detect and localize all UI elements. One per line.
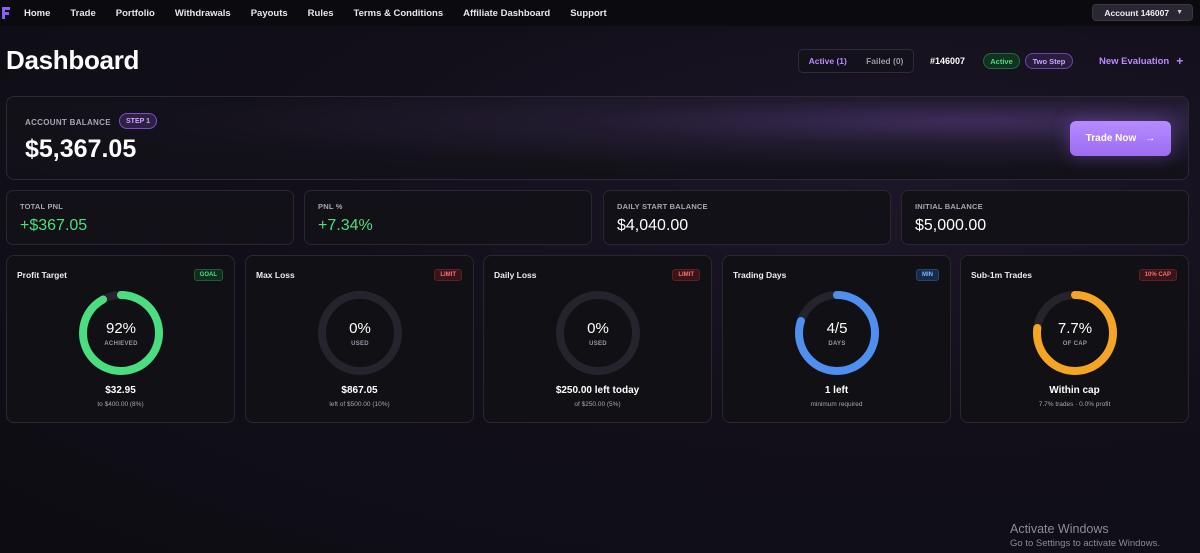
metric-value: $32.95: [105, 385, 136, 396]
ring-caption: USED: [589, 340, 607, 347]
ring-percent: 4/5: [826, 319, 848, 337]
metric-value: $250.00 left today: [555, 385, 640, 396]
stat-value: $5,000.00: [915, 217, 987, 234]
ring-label: 92% ACHIEVED: [78, 290, 164, 376]
ring-percent: 0%: [587, 319, 609, 337]
page-title: Dashboard: [6, 45, 140, 75]
ring-caption: ACHIEVED: [104, 340, 138, 347]
ring-caption: DAYS: [828, 340, 846, 347]
ring-percent: 92%: [105, 319, 137, 337]
ring-caption: USED: [351, 340, 369, 347]
evaluation-tabs: Active (1) Failed (0): [798, 49, 914, 73]
metric-card-daily-loss: Daily Loss LIMIT 0% USED $250.00 left to…: [483, 255, 712, 423]
account-selector-button[interactable]: Account 146007 ▼: [1092, 4, 1193, 21]
trade-now-button[interactable]: Trade Now →: [1070, 121, 1171, 156]
metric-note: of $250.00 (5%): [574, 401, 621, 408]
metric-badge: GOAL: [193, 269, 223, 281]
stat-value: +7.34%: [318, 217, 373, 234]
stat-label: TOTAL PNL: [20, 202, 64, 211]
brand-logo-icon[interactable]: [2, 7, 10, 19]
stat-value: +$367.05: [20, 217, 88, 234]
metric-title: Trading Days: [733, 270, 787, 280]
metric-note: minimum required: [810, 401, 863, 408]
metric-value: Within cap: [1049, 385, 1100, 396]
metric-title: Sub-1m Trades: [971, 270, 1032, 280]
top-nav: Home Trade Portfolio Withdrawals Payouts…: [0, 0, 1200, 26]
ring-percent: 7.7%: [1057, 319, 1093, 337]
stat-value: $4,040.00: [617, 217, 689, 234]
windows-activation-title: Activate Windows: [1010, 522, 1109, 536]
metric-badge: MIN: [916, 269, 939, 281]
stat-card-pnl-percent: PNL % +7.34%: [304, 190, 592, 245]
metric-badge: 10% CAP: [1138, 269, 1177, 281]
metric-card-trading-days: Trading Days MIN 4/5 DAYS 1 left minimum…: [722, 255, 951, 423]
stat-card-total-pnl: TOTAL PNL +$367.05: [6, 190, 294, 245]
stat-label: INITIAL BALANCE: [915, 202, 983, 211]
account-balance-value: $5,367.05: [25, 135, 137, 163]
plus-icon: +: [1176, 54, 1184, 68]
caret-down-icon: ▼: [1176, 9, 1183, 16]
windows-activation-subtitle: Go to Settings to activate Windows.: [1010, 538, 1160, 549]
metric-title: Daily Loss: [494, 270, 537, 280]
stat-card-initial-balance: INITIAL BALANCE $5,000.00: [901, 190, 1189, 245]
nav-payouts[interactable]: Payouts: [251, 8, 288, 19]
step-badge: STEP 1: [119, 113, 157, 129]
new-evaluation-button[interactable]: New Evaluation +: [1099, 54, 1184, 68]
stat-label: DAILY START BALANCE: [617, 202, 708, 211]
status-badge: Active: [983, 53, 1020, 69]
arrow-right-icon: →: [1145, 133, 1156, 144]
metric-value: 1 left: [824, 385, 849, 396]
ring-percent: 0%: [349, 319, 371, 337]
nav-affiliate-dashboard[interactable]: Affiliate Dashboard: [463, 8, 550, 19]
new-evaluation-label: New Evaluation: [1099, 56, 1170, 67]
account-id: #146007: [930, 56, 966, 66]
ring-label: 7.7% OF CAP: [1032, 290, 1118, 376]
nav-trade[interactable]: Trade: [70, 8, 95, 19]
metric-note: to $400.00 (8%): [97, 401, 144, 408]
ring-label: 4/5 DAYS: [794, 290, 880, 376]
metric-title: Profit Target: [17, 270, 67, 280]
tab-active[interactable]: Active (1): [809, 56, 847, 66]
metric-card-sub-1m-trades: Sub-1m Trades 10% CAP 7.7% OF CAP Within…: [960, 255, 1189, 423]
metric-value: $867.05: [341, 385, 378, 396]
challenge-type-badge: Two Step: [1025, 53, 1073, 69]
account-selector-label: Account 146007: [1104, 7, 1170, 18]
metric-card-profit-target: Profit Target GOAL 92% ACHIEVED $32.95 t…: [6, 255, 235, 423]
account-balance-card: ACCOUNT BALANCE STEP 1 $5,367.05 Trade N…: [6, 96, 1189, 180]
metric-badge: LIMIT: [672, 269, 700, 281]
trade-now-label: Trade Now: [1085, 133, 1137, 144]
nav-rules[interactable]: Rules: [308, 8, 334, 19]
nav-terms[interactable]: Terms & Conditions: [354, 8, 444, 19]
stat-label: PNL %: [318, 202, 343, 211]
account-balance-label: ACCOUNT BALANCE: [25, 118, 111, 127]
metric-note: left of $500.00 (10%): [329, 401, 390, 408]
metric-card-max-loss: Max Loss LIMIT 0% USED $867.05 left of $…: [245, 255, 474, 423]
metric-note: 7.7% trades · 0.0% profit: [1038, 401, 1111, 408]
metric-badge: LIMIT: [434, 269, 462, 281]
tab-failed[interactable]: Failed (0): [866, 56, 903, 66]
nav-portfolio[interactable]: Portfolio: [116, 8, 155, 19]
nav-home[interactable]: Home: [24, 8, 50, 19]
nav-withdrawals[interactable]: Withdrawals: [175, 8, 231, 19]
stat-card-daily-start-balance: DAILY START BALANCE $4,040.00: [603, 190, 891, 245]
nav-support[interactable]: Support: [570, 8, 606, 19]
ring-label: 0% USED: [317, 290, 403, 376]
ring-label: 0% USED: [555, 290, 641, 376]
ring-caption: OF CAP: [1062, 340, 1088, 347]
metric-title: Max Loss: [256, 270, 295, 280]
